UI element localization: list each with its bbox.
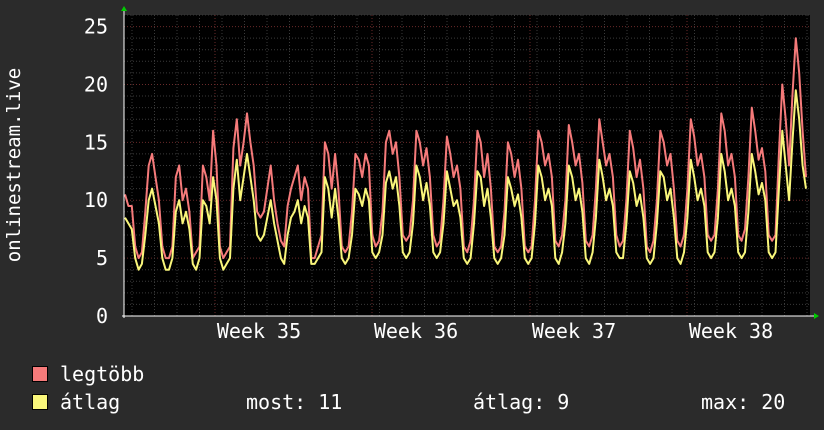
legend-swatch-max: [32, 366, 48, 382]
x-tick-label: Week 38: [689, 319, 773, 343]
legend-label-max: legtöbb: [60, 362, 145, 386]
x-tick-label: Week 35: [217, 319, 301, 343]
line-chart: 0510152025 Week 35 Week 36 Week 37 Week 38 …: [3, 6, 819, 343]
y-axis-label: onlinestream.live: [3, 68, 25, 262]
y-tick-label: 5: [96, 246, 108, 270]
y-tick-label: 0: [96, 304, 108, 328]
y-tick-label: 25: [84, 15, 108, 39]
y-tick-labels: 0 5 10 15 20 25: [84, 15, 108, 328]
stat-now: most: 11: [246, 390, 343, 414]
y-tick-label: 20: [84, 72, 108, 96]
stat-max: max: 20: [701, 390, 786, 414]
legend-swatch-avg: [32, 394, 48, 410]
stat-avg: átlag: 9: [473, 390, 570, 414]
y-axis-arrow: [121, 6, 127, 11]
y-tick-label: 10: [84, 188, 108, 212]
x-tick-labels: Week 35 Week 36 Week 37 Week 38: [217, 319, 773, 343]
legend-item-avg: átlag: [32, 391, 120, 413]
x-tick-label: Week 36: [374, 319, 458, 343]
x-tick-label: Week 37: [532, 319, 616, 343]
x-axis-arrow: [814, 313, 819, 319]
y-tick-label: 15: [84, 130, 108, 154]
legend-item-max: legtöbb: [32, 363, 144, 385]
legend-label-avg: átlag: [60, 390, 121, 414]
